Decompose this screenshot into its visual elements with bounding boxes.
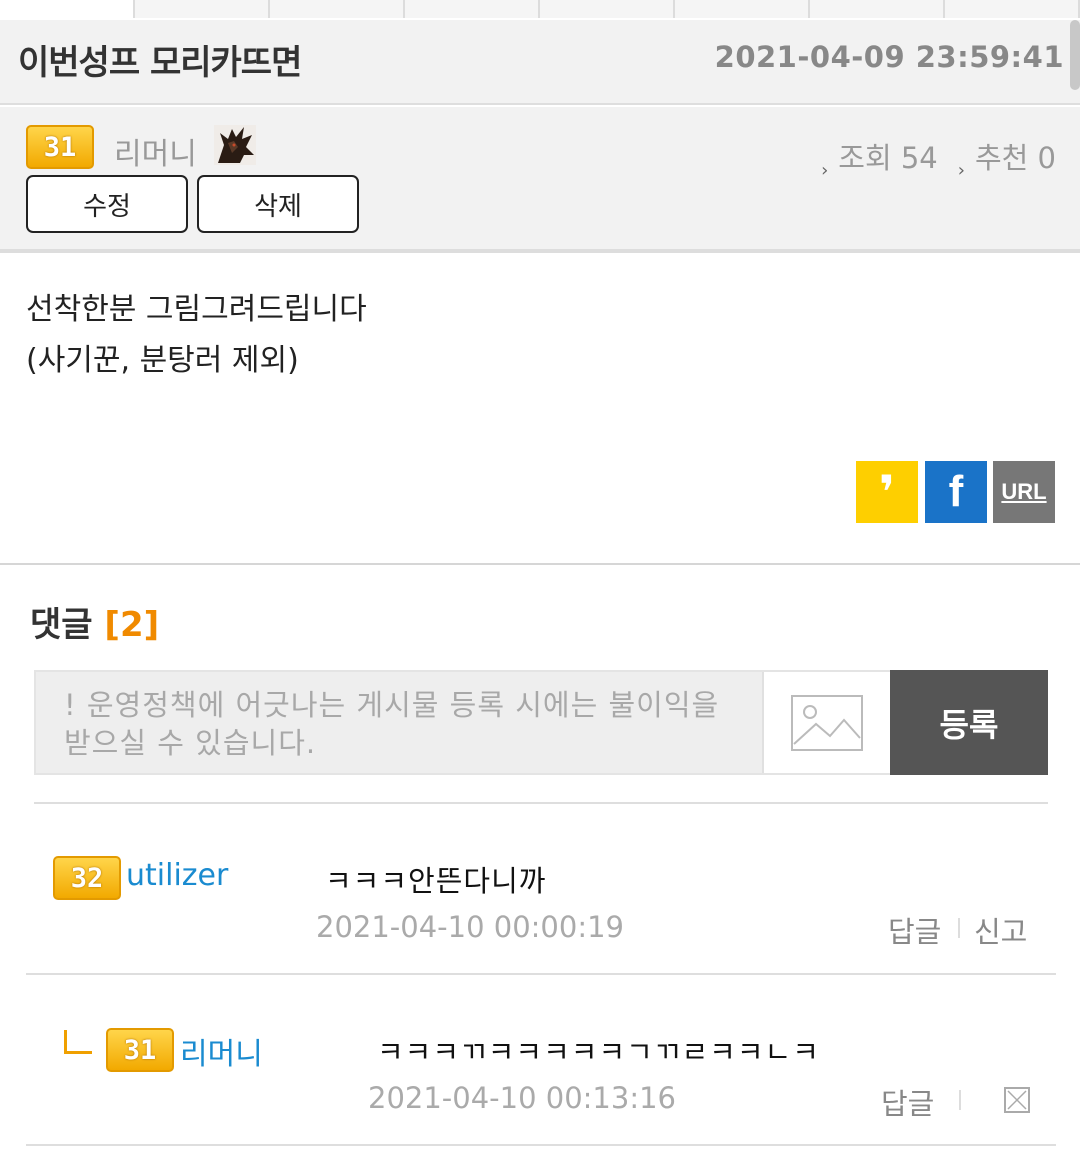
author-name[interactable]: 리머니 — [114, 129, 197, 173]
divider — [26, 973, 1056, 975]
submit-comment-button[interactable]: 등록 — [890, 670, 1048, 775]
scrollbar[interactable] — [1070, 20, 1080, 90]
chevron-icon: › — [821, 160, 829, 181]
tab-strip — [0, 0, 1080, 18]
avatar[interactable] — [214, 125, 256, 165]
level-badge: 31 — [26, 125, 94, 169]
reply-button[interactable]: 답글 — [888, 909, 941, 951]
image-upload-icon — [791, 694, 863, 751]
delete-button[interactable]: 삭제 — [197, 175, 359, 233]
tab[interactable] — [810, 0, 945, 18]
post-stats: › 조회 54 › 추천 0 — [801, 135, 1056, 181]
post-title: 이번성프 모리카뜨면 — [18, 43, 302, 83]
comment-date: 2021-04-10 00:00:19 — [316, 910, 624, 944]
comment-author[interactable]: 리머니 — [180, 1029, 263, 1073]
report-button[interactable]: 신고 — [974, 909, 1027, 951]
comment-text: ㅋㅋㅋㄲㅋㅋㅋㅋㅋㄱㄲㄹㅋㅋㄴㅋ — [377, 1035, 820, 1069]
divider — [0, 563, 1080, 565]
url-copy-button[interactable]: URL — [993, 461, 1055, 523]
post-body-line: (사기꾼, 분탕러 제외) — [26, 343, 299, 378]
post-content: 선착한분 그림그려드립니다 (사기꾼, 분탕러 제외) — [26, 284, 367, 386]
tab[interactable] — [405, 0, 540, 18]
post-date: 2021-04-09 23:59:41 — [714, 40, 1064, 74]
url-icon: URL — [1001, 479, 1047, 504]
tab[interactable] — [540, 0, 675, 18]
facebook-share-button[interactable]: f — [925, 461, 987, 523]
view-count: 조회 54 — [838, 141, 938, 175]
tab[interactable] — [135, 0, 270, 18]
edit-button[interactable]: 수정 — [26, 175, 188, 233]
tab[interactable] — [945, 0, 1080, 18]
comment-text: ㅋㅋㅋ안뜬다니까 — [325, 864, 547, 898]
recommend-count: 추천 0 — [974, 141, 1056, 175]
comment-form: ! 운영정책에 어긋나는 게시물 등록 시에는 불이익을 받으실 수 있습니다.… — [34, 670, 1048, 775]
post-header: 이번성프 모리카뜨면 2021-04-09 23:59:41 — [0, 20, 1080, 105]
kakao-icon: ❜ — [879, 465, 895, 519]
comment-author[interactable]: utilizer — [126, 858, 228, 893]
comments-title: 댓글 — [30, 605, 93, 645]
divider — [34, 802, 1048, 804]
divider — [26, 1144, 1056, 1146]
chevron-icon: › — [957, 160, 965, 181]
image-upload-button[interactable] — [762, 672, 890, 773]
comment-input[interactable]: ! 운영정책에 어긋나는 게시물 등록 시에는 불이익을 받으실 수 있습니다. — [64, 686, 754, 762]
tab[interactable] — [270, 0, 405, 18]
divider — [958, 918, 960, 938]
kakao-share-button[interactable]: ❜ — [856, 461, 918, 523]
comments-count: [2] — [104, 605, 160, 645]
post-body-line: 선착한분 그림그려드립니다 — [26, 292, 367, 327]
reply-arrow-icon — [64, 1030, 92, 1054]
tab[interactable] — [675, 0, 810, 18]
post-meta: 31 리머니 › 조회 54 › 추천 0 수정 삭제 — [0, 107, 1080, 253]
level-badge: 31 — [106, 1028, 174, 1072]
comment-date: 2021-04-10 00:13:16 — [368, 1081, 676, 1115]
level-badge: 32 — [53, 856, 121, 900]
facebook-icon: f — [948, 467, 964, 516]
divider — [959, 1090, 961, 1110]
delete-x-icon[interactable] — [1004, 1087, 1030, 1113]
tab[interactable] — [0, 0, 135, 18]
comments-heading: 댓글 [2] — [30, 597, 159, 646]
reply-button[interactable]: 답글 — [881, 1081, 934, 1123]
